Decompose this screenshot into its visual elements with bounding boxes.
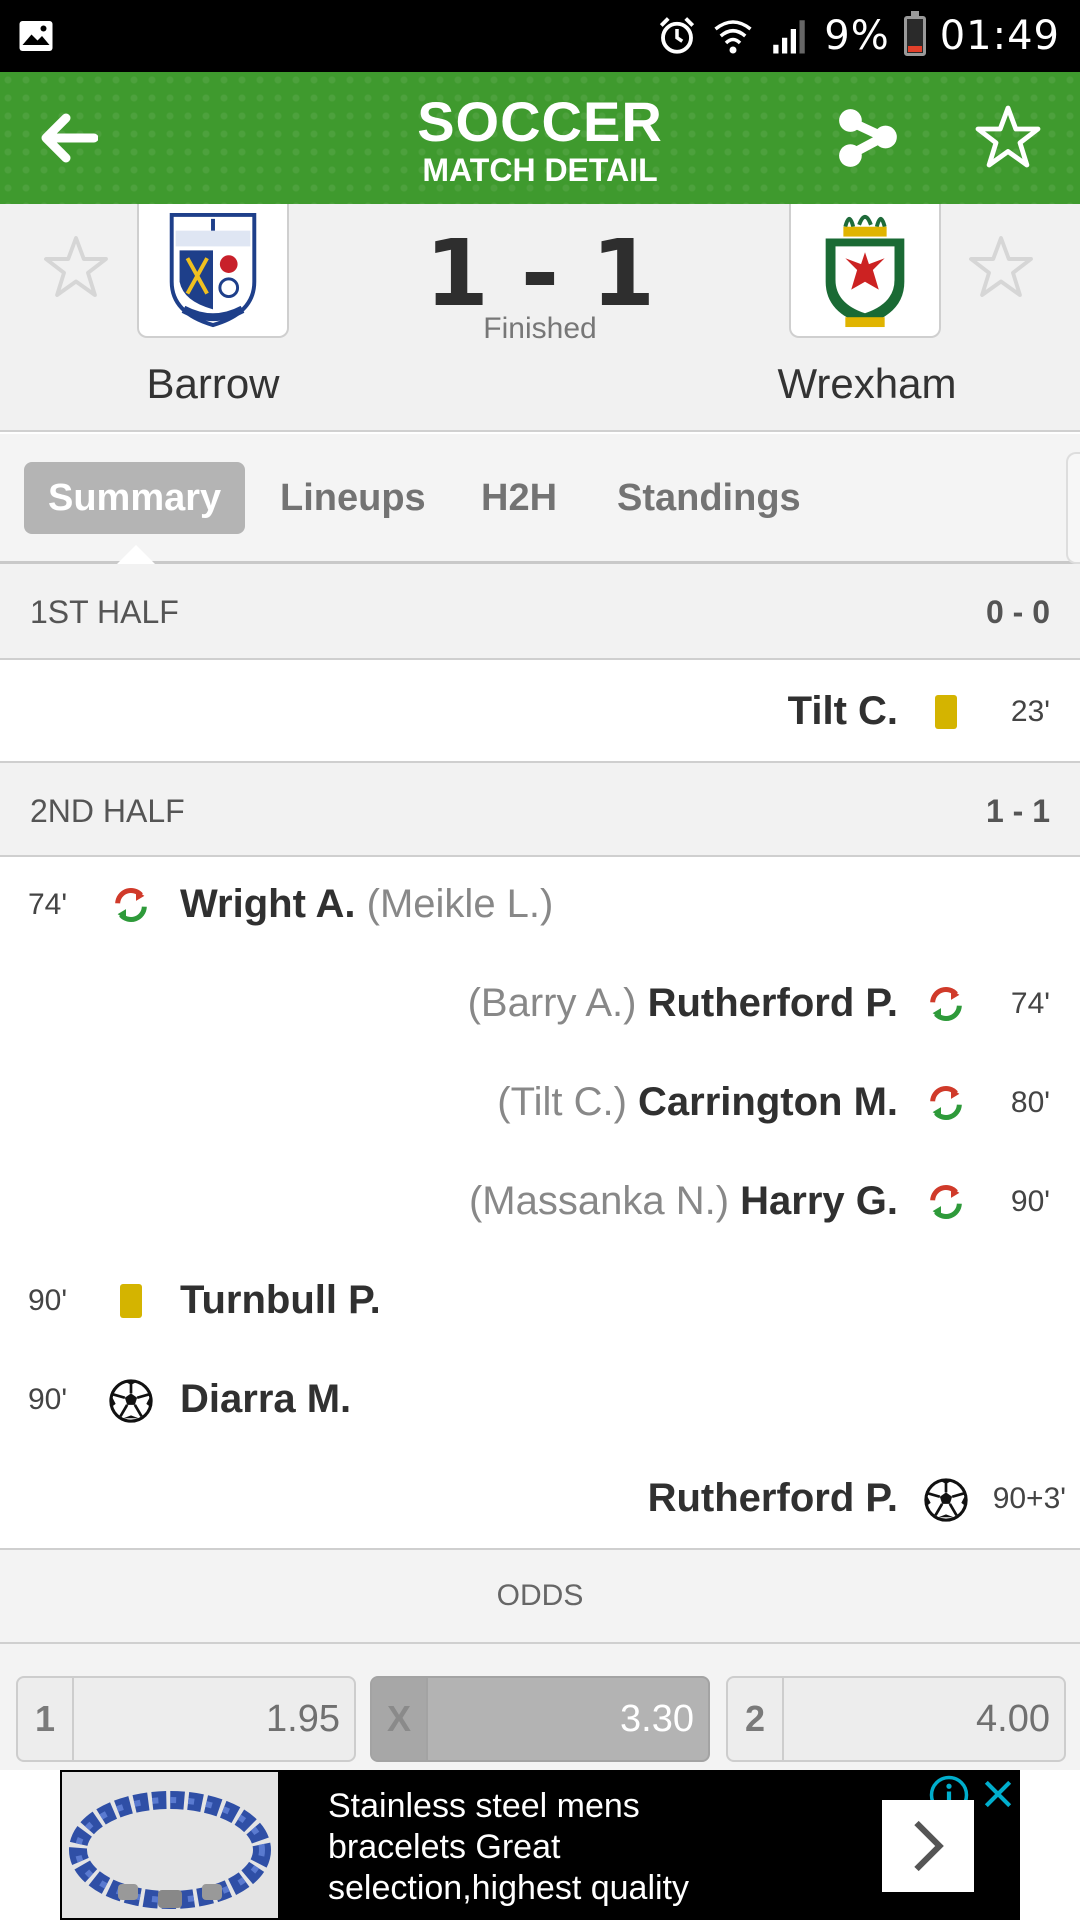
event-player: Rutherford P. bbox=[647, 1476, 898, 1520]
event-sub-player: (Massanka N.) bbox=[468, 1179, 730, 1223]
period-header-first-half: 1ST HALF 0 - 0 bbox=[0, 564, 1080, 660]
event-minute: 80' bbox=[1010, 1086, 1050, 1119]
event-row[interactable]: 90' Diarra M. bbox=[0, 1350, 1080, 1449]
period-name: 2ND HALF bbox=[30, 793, 185, 829]
tab-summary[interactable]: Summary bbox=[24, 462, 246, 534]
event-row[interactable]: (Tilt C.) Carrington M. 80' bbox=[0, 1053, 1080, 1152]
event-sub-player: (Meikle L.) bbox=[366, 882, 554, 926]
event-minute: 90' bbox=[28, 1284, 68, 1317]
event-player: Turnbull P. bbox=[180, 1278, 381, 1322]
ad-open-button[interactable] bbox=[882, 1800, 974, 1892]
event-player: Wright A. bbox=[180, 882, 356, 926]
event-player: Tilt C. bbox=[787, 689, 898, 733]
app-header: SOCCER MATCH DETAIL bbox=[0, 72, 1080, 204]
match-score: 1 - 1 bbox=[424, 220, 656, 327]
page-subtitle: MATCH DETAIL bbox=[422, 152, 658, 188]
substitution-icon bbox=[930, 1085, 962, 1121]
active-tab-pointer bbox=[116, 545, 156, 565]
event-minute: 74' bbox=[1010, 987, 1050, 1020]
event-minute: 90' bbox=[1010, 1185, 1050, 1218]
odds-label: 2 bbox=[728, 1678, 784, 1760]
event-minute: 23' bbox=[1010, 695, 1050, 728]
ball-icon bbox=[109, 1379, 153, 1423]
alarm-icon bbox=[660, 17, 695, 54]
event-text: (Massanka N.) Harry G. bbox=[469, 1152, 898, 1251]
chevron-right-icon bbox=[914, 1820, 944, 1872]
event-row[interactable]: 90' Turnbull P. bbox=[0, 1251, 1080, 1350]
substitution-icon bbox=[930, 1184, 962, 1220]
away-team-name[interactable]: Wrexham bbox=[737, 360, 997, 408]
event-row[interactable]: (Barry A.) Rutherford P. 74' bbox=[0, 954, 1080, 1053]
event-player: Diarra M. bbox=[180, 1377, 352, 1421]
odds-panel: 1 1.95 X 3.30 2 4.00 bbox=[0, 1644, 1080, 1770]
tab-bar: Summary Lineups H2H Standings bbox=[0, 434, 1080, 565]
event-player: Harry G. bbox=[740, 1179, 898, 1223]
scroll-edge bbox=[1066, 452, 1080, 564]
substitution-icon bbox=[115, 887, 147, 923]
event-row[interactable]: Tilt C. 23' bbox=[0, 662, 1080, 761]
event-text: Tilt C. bbox=[788, 662, 898, 761]
away-team-logo[interactable] bbox=[789, 204, 941, 338]
clock: 01:49 bbox=[939, 13, 1060, 59]
event-minute: 90' bbox=[28, 1383, 68, 1416]
yellow-card-icon bbox=[111, 1281, 151, 1321]
share-icon[interactable] bbox=[838, 104, 900, 170]
odds-draw-button[interactable]: X 3.30 bbox=[370, 1676, 710, 1762]
close-icon[interactable] bbox=[978, 1774, 1018, 1814]
event-sub-player: (Barry A.) bbox=[467, 981, 637, 1025]
period-header-second-half: 2ND HALF 1 - 1 bbox=[0, 761, 1080, 857]
ad-banner[interactable]: Stainless steel mens bracelets Great sel… bbox=[60, 1770, 1020, 1920]
battery-icon bbox=[903, 11, 926, 56]
status-bar: 9% 01:49 bbox=[0, 0, 1080, 72]
signal-icon bbox=[773, 20, 805, 54]
event-minute: 74' bbox=[28, 888, 68, 921]
event-text: (Tilt C.) Carrington M. bbox=[497, 1053, 898, 1152]
event-text: Wright A. (Meikle L.) bbox=[180, 855, 553, 954]
tab-h2h[interactable]: H2H bbox=[481, 462, 557, 534]
tab-lineups[interactable]: Lineups bbox=[280, 462, 426, 534]
match-status: Finished bbox=[483, 312, 597, 345]
odds-value: 4.00 bbox=[976, 1698, 1050, 1740]
yellow-card-icon bbox=[926, 692, 966, 732]
event-row[interactable]: (Massanka N.) Harry G. 90' bbox=[0, 1152, 1080, 1251]
event-sub-player: (Tilt C.) bbox=[497, 1080, 627, 1124]
away-team-star-icon[interactable] bbox=[963, 232, 1039, 304]
period-score: 1 - 1 bbox=[985, 793, 1050, 829]
barrow-crest-icon bbox=[169, 212, 257, 328]
match-score-panel: Barrow 1 - 1 Finished Wrexham bbox=[0, 204, 1080, 432]
period-score: 0 - 0 bbox=[985, 594, 1050, 630]
wrexham-crest-icon bbox=[825, 214, 905, 328]
odds-home-button[interactable]: 1 1.95 bbox=[16, 1676, 356, 1762]
event-row[interactable]: 74' Wright A. (Meikle L.) bbox=[0, 855, 1080, 954]
event-minute: 90+3' bbox=[992, 1482, 1066, 1515]
page-title: SOCCER bbox=[417, 90, 663, 153]
ad-text: Stainless steel mens bracelets Great sel… bbox=[328, 1787, 690, 1907]
event-text: Turnbull P. bbox=[180, 1251, 381, 1350]
event-text: Rutherford P. bbox=[648, 1449, 898, 1548]
odds-header: ODDS bbox=[0, 1548, 1080, 1644]
gallery-icon bbox=[19, 21, 53, 51]
home-team-name[interactable]: Barrow bbox=[83, 360, 343, 408]
event-row[interactable]: Rutherford P. 90+3' bbox=[0, 1449, 1080, 1548]
event-player: Carrington M. bbox=[638, 1080, 898, 1124]
event-player: Rutherford P. bbox=[647, 981, 898, 1025]
odds-label: 1 bbox=[18, 1678, 74, 1760]
odds-label: X bbox=[372, 1678, 428, 1760]
event-text: Diarra M. bbox=[180, 1350, 351, 1449]
favorite-match-star-icon[interactable] bbox=[970, 102, 1046, 174]
substitution-icon bbox=[930, 986, 962, 1022]
battery-percent: 9% bbox=[824, 13, 890, 59]
ad-bracelet-image bbox=[62, 1772, 278, 1918]
home-team-star-icon[interactable] bbox=[38, 232, 114, 304]
tab-standings[interactable]: Standings bbox=[617, 462, 801, 534]
odds-away-button[interactable]: 2 4.00 bbox=[726, 1676, 1066, 1762]
ball-icon bbox=[924, 1478, 968, 1522]
event-text: (Barry A.) Rutherford P. bbox=[468, 954, 898, 1053]
home-team-logo[interactable] bbox=[137, 204, 289, 338]
odds-value: 3.30 bbox=[620, 1698, 694, 1740]
wifi-icon bbox=[714, 20, 752, 54]
period-name: 1ST HALF bbox=[30, 594, 179, 630]
odds-value: 1.95 bbox=[266, 1698, 340, 1740]
